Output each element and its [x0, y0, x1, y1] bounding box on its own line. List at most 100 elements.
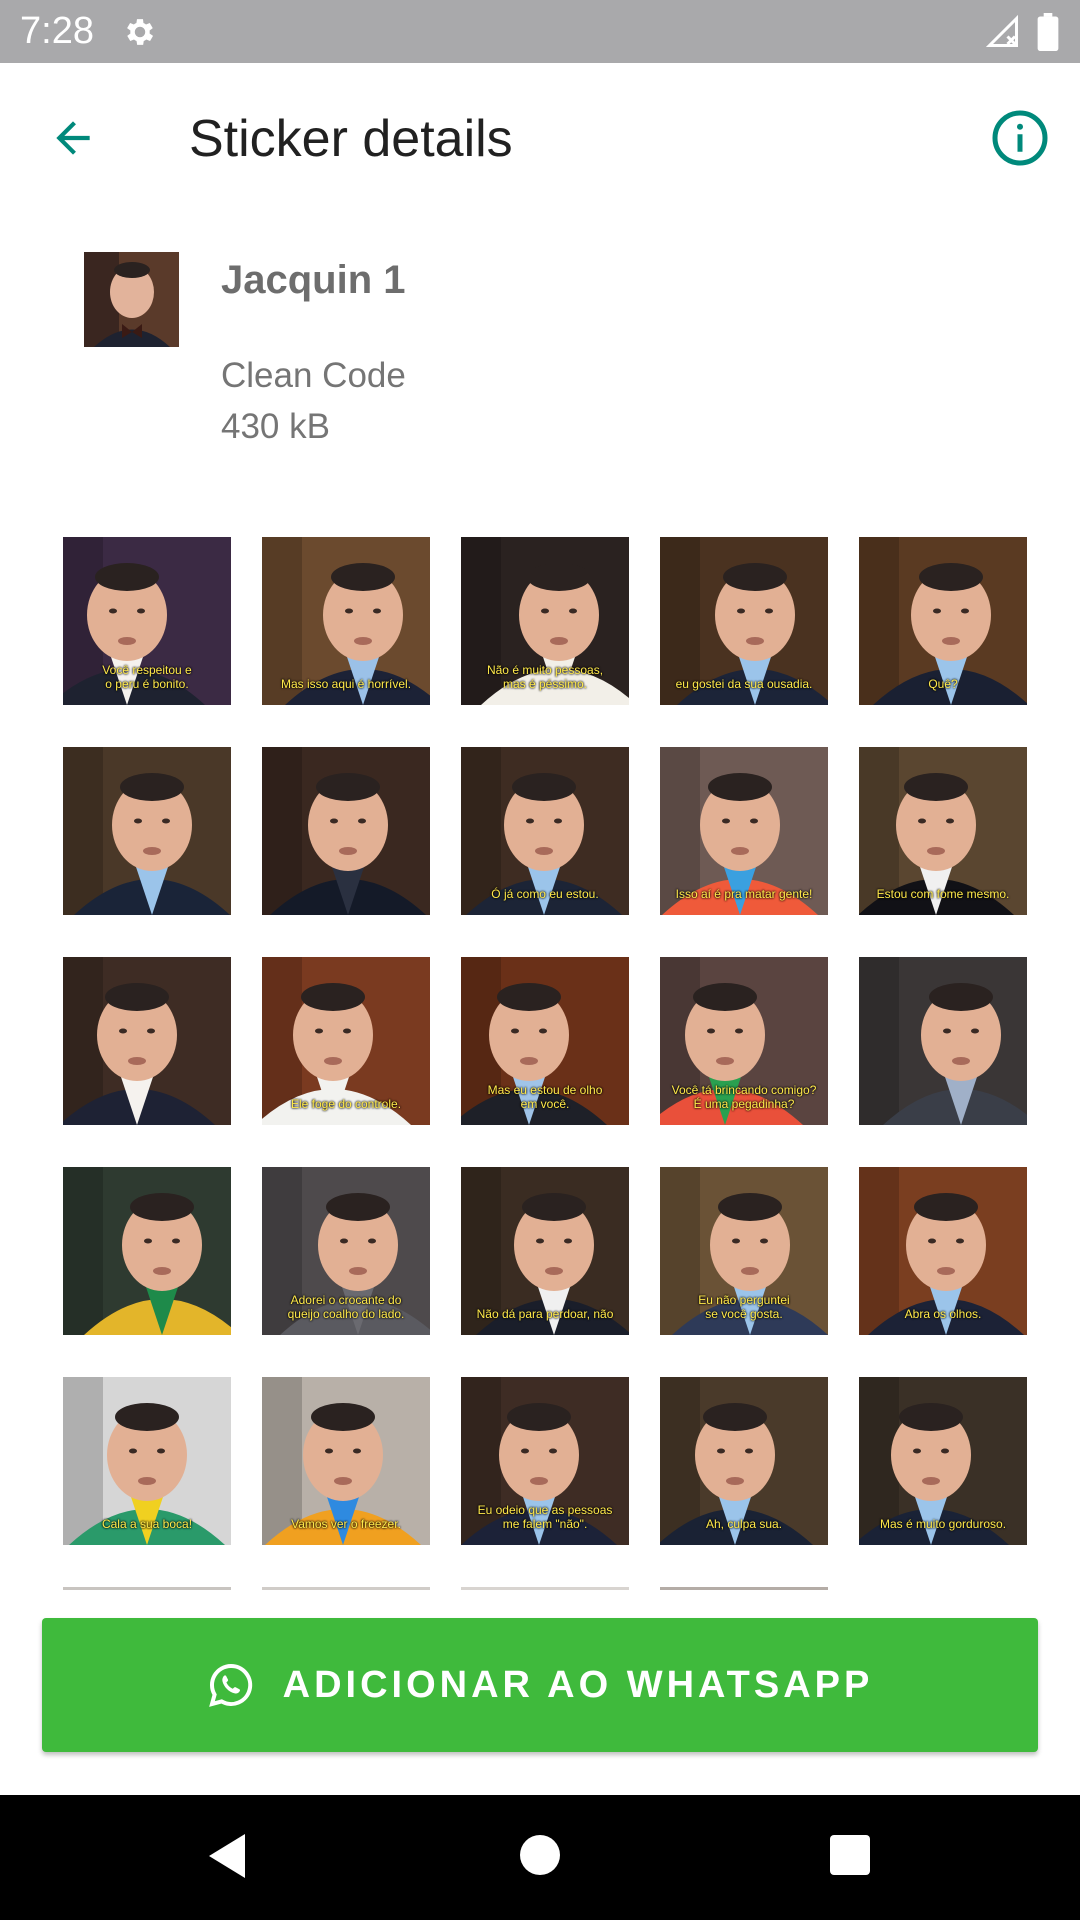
sticker-caption: eu gostei da sua ousadia. [662, 677, 826, 691]
sticker-item[interactable]: Você tá brincando comigo? É uma pegadinha… [660, 957, 828, 1125]
sticker-caption-line: Eu odeio que as pessoas [477, 1503, 613, 1517]
sticker-item[interactable]: Ah, culpa sua. [660, 1377, 828, 1545]
sticker-item[interactable]: Cala a sua boca! [63, 1377, 231, 1545]
sticker-item[interactable]: Ele foge do controle. [262, 957, 430, 1125]
sticker-item[interactable] [859, 957, 1027, 1125]
sticker-caption: Cala a sua boca! [65, 1517, 229, 1531]
sticker-item[interactable]: Você respeitou eo peru é bonito. [63, 537, 231, 705]
sticker-caption: Ó já como eu estou. [463, 887, 627, 901]
sticker-caption: Isso aí é pra matar gente! [662, 887, 826, 901]
sticker-caption: Quê? [861, 677, 1025, 691]
sticker-item[interactable]: Quê? [859, 537, 1027, 705]
signal-off-icon [985, 14, 1018, 47]
sticker-caption-line: queijo coalho do lado. [287, 1307, 405, 1321]
sticker-item[interactable]: Mas isso aqui é horrível. [262, 537, 430, 705]
sticker-caption-line: É uma pegadinha? [693, 1097, 795, 1111]
sticker-caption: Você respeitou eo peru é bonito. [65, 663, 229, 691]
sticker-caption-line: Mas isso aqui é horrível. [280, 677, 412, 691]
sticker-item[interactable] [63, 747, 231, 915]
sticker-item[interactable]: Eu não perguntei se você gosta. [660, 1167, 828, 1335]
sticker-item[interactable]: Mas eu estou de olho em você. [461, 957, 629, 1125]
sticker-item[interactable] [63, 957, 231, 1125]
status-time: 7:28 [20, 10, 94, 52]
sticker-item[interactable]: Mas é muito gorduroso. [859, 1377, 1027, 1545]
sticker-item[interactable] [660, 1587, 828, 1590]
sticker-item[interactable] [63, 1587, 231, 1590]
sticker-caption: Mas eu estou de olho em você. [463, 1083, 627, 1111]
add-to-whatsapp-button[interactable]: ADICIONAR AO WHATSAPP [42, 1618, 1038, 1752]
sticker-item[interactable]: Vamos ver o freezer. [262, 1377, 430, 1545]
sticker-caption: Adorei o crocante do queijo coalho do lad… [264, 1293, 428, 1321]
sticker-caption: Não é muito pessoas, mas é péssimo. [463, 663, 627, 691]
whatsapp-icon [208, 1663, 252, 1707]
info-circle-icon [992, 110, 1048, 166]
sticker-caption: Estou com fome mesmo. [861, 887, 1025, 901]
sticker-caption-line: Mas é muito gorduroso. [879, 1517, 1007, 1531]
sticker-item[interactable] [262, 747, 430, 915]
sticker-caption-line: se você gosta. [705, 1307, 783, 1321]
settings-gear-icon [127, 19, 154, 45]
sticker-item[interactable]: Isso aí é pra matar gente! [660, 747, 828, 915]
pack-publisher: Clean Code [221, 356, 406, 395]
sticker-item[interactable]: Não dá para perdoar, não [461, 1167, 629, 1335]
page-title: Sticker details [189, 110, 513, 168]
sticker-caption: Eu odeio que as pessoas me falem "não". [463, 1503, 627, 1531]
sticker-grid: Você respeitou eo peru é bonito. Mas isso… [0, 520, 1080, 1590]
status-bar: 7:28 [0, 0, 1080, 63]
add-button-label: ADICIONAR AO WHATSAPP [282, 1663, 874, 1706]
info-button[interactable] [985, 103, 1055, 173]
nav-home-icon[interactable] [520, 1835, 560, 1875]
sticker-caption-line: Ele foge do controle. [290, 1097, 402, 1111]
sticker-item[interactable]: Eu odeio que as pessoas me falem "não". [461, 1377, 629, 1545]
toolbar: Sticker details [0, 63, 1080, 211]
sticker-caption: Eu não perguntei se você gosta. [662, 1293, 826, 1321]
sticker-item[interactable]: Estou com fome mesmo. [859, 747, 1027, 915]
sticker-caption: Ah, culpa sua. [662, 1517, 826, 1531]
sticker-caption-line: me falem "não". [502, 1517, 588, 1531]
sticker-image [859, 957, 1027, 1125]
sticker-caption-line: eu gostei da sua ousadia. [675, 677, 813, 691]
navigation-bar [0, 1795, 1080, 1920]
sticker-caption: Não dá para perdoar, não [463, 1307, 627, 1321]
sticker-image [63, 957, 231, 1125]
sticker-caption-line: Ó já como eu estou. [491, 887, 599, 901]
sticker-caption: Abra os olhos. [861, 1307, 1025, 1321]
sticker-caption-line: Mas eu estou de olho [487, 1083, 603, 1097]
sticker-caption-line: Isso aí é pra matar gente! [675, 887, 813, 901]
sticker-caption-line: Ah, culpa sua. [705, 1517, 783, 1531]
sticker-caption-line: Vamos ver o freezer. [291, 1517, 401, 1531]
sticker-item[interactable] [262, 1587, 430, 1590]
sticker-item[interactable] [63, 1167, 231, 1335]
sticker-caption-line: Abra os olhos. [904, 1307, 982, 1321]
sticker-caption-line: Estou com fome mesmo. [876, 887, 1010, 901]
sticker-caption-line: Eu não perguntei [698, 1293, 790, 1307]
sticker-caption: Vamos ver o freezer. [264, 1517, 428, 1531]
nav-back-icon[interactable] [205, 1832, 249, 1880]
sticker-caption-line: em você. [520, 1097, 570, 1111]
sticker-image [63, 1167, 231, 1335]
sticker-caption-line: Não é muito pessoas, [486, 663, 604, 677]
nav-recents-icon[interactable] [830, 1835, 870, 1875]
arrow-back-icon [56, 121, 90, 155]
sticker-item[interactable]: Adorei o crocante do queijo coalho do lad… [262, 1167, 430, 1335]
sticker-caption: Ele foge do controle. [264, 1097, 428, 1111]
pack-size: 430 kB [221, 407, 330, 446]
sticker-caption: Mas é muito gorduroso. [861, 1517, 1025, 1531]
sticker-item[interactable] [461, 1587, 629, 1590]
sticker-caption: Mas isso aqui é horrível. [264, 677, 428, 691]
sticker-item[interactable]: Abra os olhos. [859, 1167, 1027, 1335]
back-button[interactable] [40, 105, 106, 171]
sticker-caption-line: Quê? [928, 677, 958, 691]
sticker-caption-line: Você tá brincando comigo? [671, 1083, 817, 1097]
battery-icon [1037, 13, 1059, 51]
sticker-item[interactable]: Ó já como eu estou. [461, 747, 629, 915]
sticker-item[interactable]: eu gostei da sua ousadia. [660, 537, 828, 705]
sticker-caption-line: Não dá para perdoar, não [476, 1307, 614, 1321]
sticker-caption-line: Adorei o crocante do [290, 1293, 402, 1307]
pack-name: Jacquin 1 [221, 258, 406, 302]
sticker-image [262, 747, 430, 915]
sticker-image [63, 747, 231, 915]
sticker-item[interactable]: Não é muito pessoas, mas é péssimo. [461, 537, 629, 705]
sticker-caption-line: Cala a sua boca! [101, 1517, 193, 1531]
pack-tray-image [84, 252, 179, 347]
